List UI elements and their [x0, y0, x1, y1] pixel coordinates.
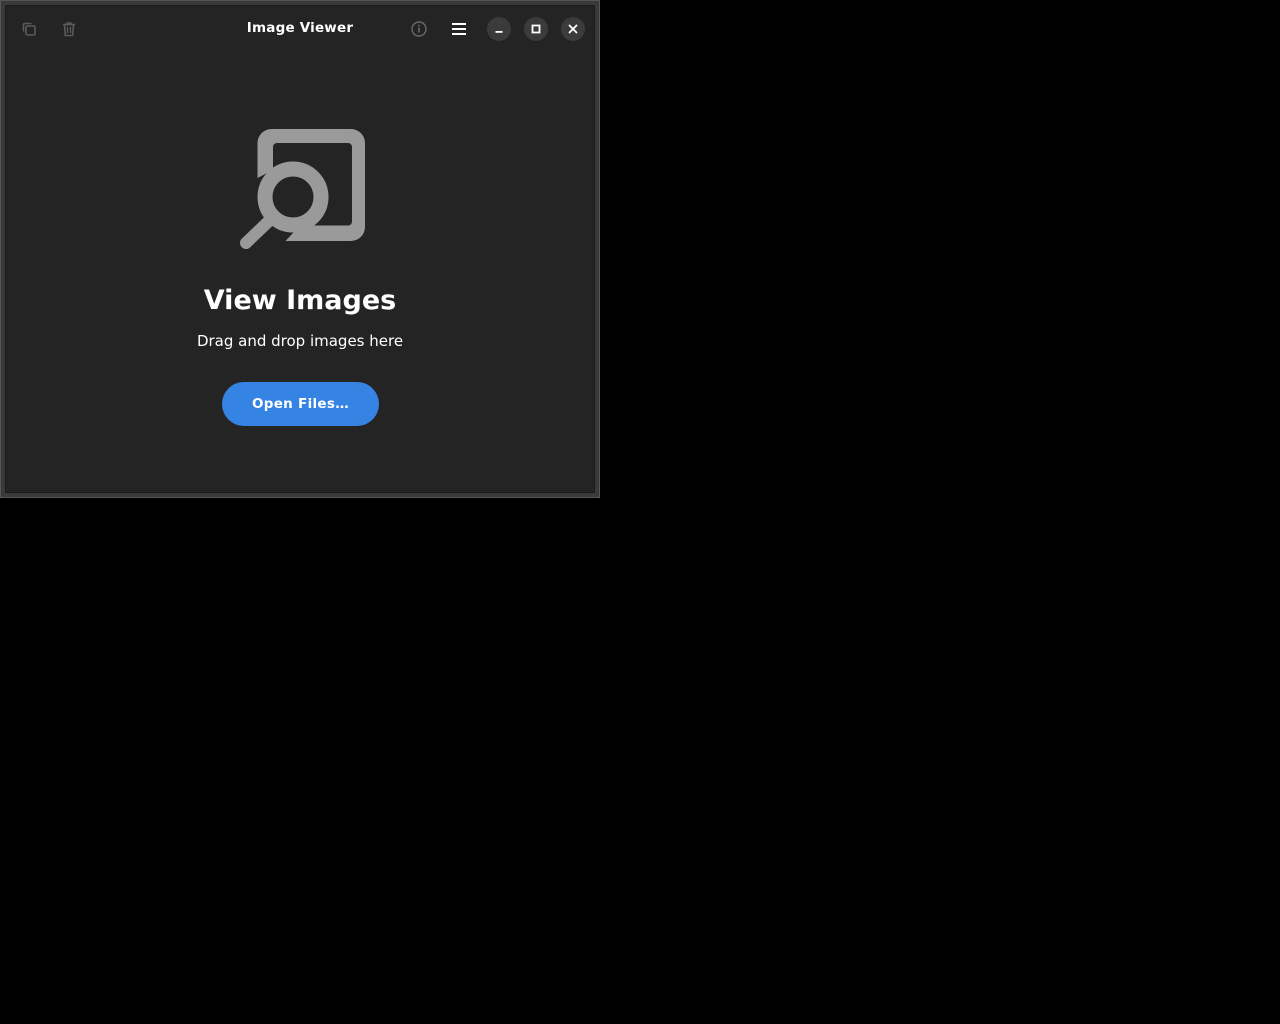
minimize-icon: [495, 31, 503, 33]
image-viewer-window: Image Viewer View Images Drag and drop i…: [0, 0, 600, 498]
headerbar: Image Viewer: [6, 6, 594, 52]
status-description: Drag and drop images here: [196, 332, 404, 350]
open-files-button[interactable]: Open Files…: [222, 382, 379, 426]
status-title: View Images: [203, 285, 397, 316]
properties-button[interactable]: [408, 18, 430, 40]
maximize-button[interactable]: [524, 17, 548, 41]
info-icon: [411, 21, 427, 37]
empty-state: View Images Drag and drop images here Op…: [6, 52, 594, 492]
window-content: Image Viewer View Images Drag and drop i…: [5, 5, 595, 493]
main-menu-button[interactable]: [448, 18, 470, 40]
maximize-icon: [531, 24, 541, 34]
close-button[interactable]: [561, 17, 585, 41]
close-icon: [568, 24, 578, 34]
hamburger-menu-icon: [452, 23, 466, 35]
image-viewer-search-icon: [240, 129, 365, 249]
minimize-button[interactable]: [487, 17, 511, 41]
